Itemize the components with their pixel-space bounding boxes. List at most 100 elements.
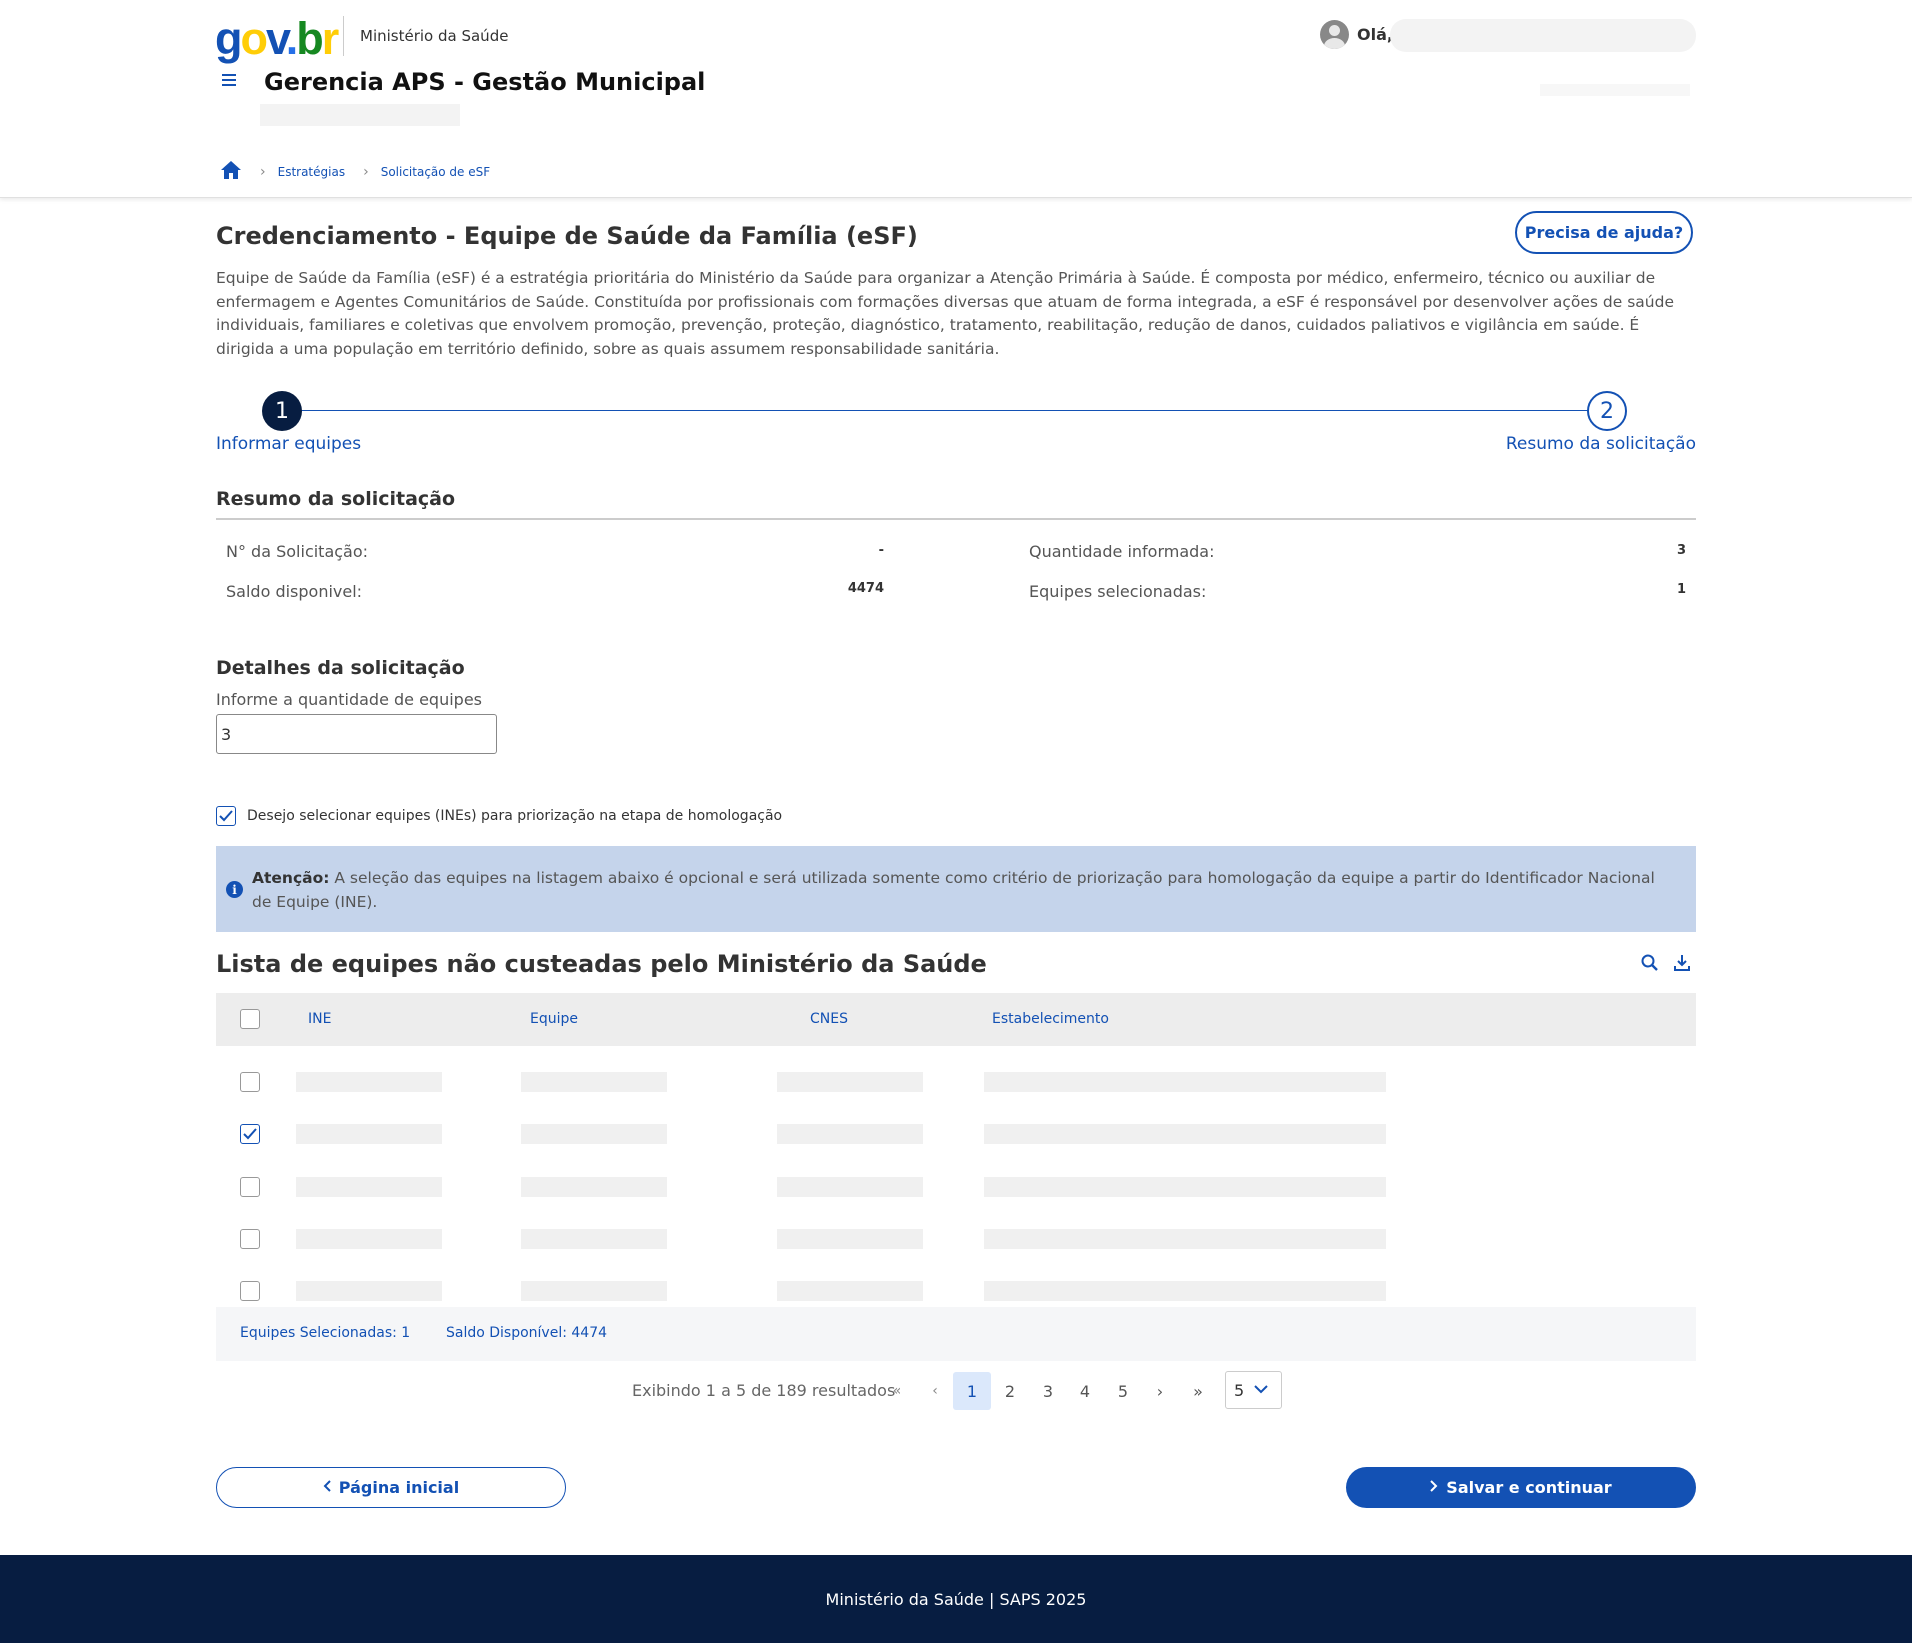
info-icon: i	[226, 881, 243, 898]
page-button-2[interactable]: 2	[991, 1372, 1029, 1410]
select-all-checkbox[interactable]	[240, 1009, 260, 1029]
page-button-4[interactable]: 4	[1066, 1372, 1104, 1410]
redacted-cell	[984, 1124, 1386, 1144]
redacted-cell	[521, 1177, 667, 1197]
step-2-label[interactable]: Resumo da solicitação	[1506, 434, 1696, 454]
quantity-input[interactable]: 3	[216, 714, 497, 754]
greeting: Olá,	[1357, 25, 1393, 44]
row-checkbox[interactable]	[240, 1177, 260, 1197]
page-button-1[interactable]: 1	[953, 1372, 991, 1410]
first-page-icon[interactable]: «	[878, 1372, 916, 1410]
redacted-cell	[296, 1072, 442, 1092]
header: gov.br Ministério da Saúde Olá, Gerencia…	[0, 0, 1912, 198]
page-title: Credenciamento - Equipe de Saúde da Famí…	[216, 222, 918, 250]
redacted-cell	[984, 1177, 1386, 1197]
redacted-cell	[296, 1229, 442, 1249]
pagination-info: Exibindo 1 a 5 de 189 resultados	[632, 1381, 896, 1400]
redacted-cell	[521, 1072, 667, 1092]
prev-page-icon[interactable]: ‹	[916, 1372, 954, 1410]
column-header-equipe[interactable]: Equipe	[530, 1011, 578, 1027]
home-page-button-label: Página inicial	[338, 1478, 460, 1497]
list-title: Lista de equipes não custeadas pelo Mini…	[216, 950, 987, 978]
footer: Ministério da Saúde | SAPS 2025	[0, 1555, 1912, 1643]
prioritize-checkbox[interactable]	[216, 806, 236, 826]
alert-text: Atenção: A seleção das equipes na listag…	[252, 866, 1672, 914]
download-icon[interactable]	[1672, 953, 1692, 977]
table-footer	[216, 1307, 1696, 1361]
search-icon[interactable]	[1640, 953, 1660, 977]
summary-divider	[216, 518, 1696, 520]
redacted-cell	[521, 1281, 667, 1301]
stepper-line	[284, 410, 1588, 411]
redacted-user-name	[1390, 19, 1696, 52]
row-checkbox[interactable]	[240, 1229, 260, 1249]
redacted-cell	[984, 1229, 1386, 1249]
step-2-circle[interactable]: 2	[1587, 391, 1627, 431]
selected-label: Equipes selecionadas:	[1029, 582, 1207, 601]
page-button-3[interactable]: 3	[1029, 1372, 1067, 1410]
footer-balance: Saldo Disponível: 4474	[446, 1325, 608, 1341]
column-header-cnes[interactable]: CNES	[810, 1011, 848, 1027]
column-header-estabelecimento[interactable]: Estabelecimento	[992, 1011, 1109, 1027]
selected-value: 1	[1676, 582, 1686, 597]
redacted-cell	[777, 1177, 923, 1197]
redacted-info	[1540, 84, 1690, 96]
breadcrumb: › Estratégias › Solicitação de eSF	[220, 160, 490, 183]
user-menu[interactable]: Olá,	[1320, 20, 1393, 49]
table-header	[216, 993, 1696, 1046]
informed-label: Quantidade informada:	[1029, 542, 1215, 561]
redacted-cell	[777, 1229, 923, 1249]
redacted-cell	[521, 1229, 667, 1249]
alert-bold: Atenção:	[252, 869, 330, 887]
chevron-down-icon	[1254, 1382, 1268, 1398]
page-button-5[interactable]: 5	[1104, 1372, 1142, 1410]
chevron-left-icon	[323, 1479, 331, 1496]
org-name: Ministério da Saúde	[360, 27, 509, 45]
redacted-cell	[984, 1281, 1386, 1301]
step-1-circle[interactable]: 1	[262, 391, 302, 431]
column-header-ine[interactable]: INE	[308, 1011, 331, 1027]
row-checkbox[interactable]	[240, 1124, 260, 1144]
redacted-cell	[777, 1124, 923, 1144]
redacted-cell	[521, 1124, 667, 1144]
page-size-select[interactable]: 5	[1225, 1371, 1282, 1409]
quantity-label: Informe a quantidade de equipes	[216, 690, 482, 709]
save-continue-button[interactable]: Salvar e continuar	[1346, 1467, 1696, 1508]
balance-label: Saldo disponivel:	[226, 582, 363, 601]
footer-text: Ministério da Saúde | SAPS 2025	[825, 1589, 1087, 1609]
page-description: Equipe de Saúde da Família (eSF) é a est…	[216, 269, 1674, 358]
summary-title: Resumo da solicitação	[216, 488, 456, 510]
app-title: Gerencia APS - Gestão Municipal	[264, 68, 706, 96]
last-page-icon[interactable]: »	[1179, 1372, 1217, 1410]
redacted-subtitle	[260, 104, 460, 126]
page-size-value: 5	[1234, 1380, 1245, 1400]
home-icon[interactable]	[220, 160, 242, 183]
prioritize-label[interactable]: Desejo selecionar equipes (INEs) para pr…	[247, 808, 782, 824]
chevron-right-icon: ›	[260, 163, 266, 180]
details-title: Detalhes da solicitação	[216, 657, 465, 679]
row-checkbox[interactable]	[240, 1072, 260, 1092]
breadcrumb-item-estrategias[interactable]: Estratégias	[278, 165, 345, 179]
redacted-cell	[984, 1072, 1386, 1092]
help-button[interactable]: Precisa de ajuda?	[1515, 211, 1693, 254]
save-continue-button-label: Salvar e continuar	[1446, 1478, 1612, 1497]
row-checkbox[interactable]	[240, 1281, 260, 1301]
govbr-logo[interactable]: gov.br	[215, 14, 339, 64]
breadcrumb-item-solicitacao[interactable]: Solicitação de eSF	[381, 165, 490, 179]
chevron-right-icon: ›	[363, 163, 369, 180]
hamburger-icon[interactable]	[222, 70, 242, 90]
redacted-cell	[777, 1281, 923, 1301]
step-1-label[interactable]: Informar equipes	[216, 434, 361, 454]
footer-selected-count: Equipes Selecionadas: 1	[240, 1325, 411, 1341]
home-page-button[interactable]: Página inicial	[216, 1467, 566, 1508]
alert-body: A seleção das equipes na listagem abaixo…	[252, 869, 1655, 911]
request-number-value: -	[878, 543, 884, 558]
redacted-cell	[296, 1177, 442, 1197]
redacted-cell	[296, 1281, 442, 1301]
avatar-icon	[1320, 20, 1349, 49]
next-page-icon[interactable]: ›	[1141, 1372, 1179, 1410]
chevron-right-icon	[1430, 1479, 1438, 1496]
header-divider	[343, 16, 344, 56]
request-number-label: N° da Solicitação:	[226, 542, 369, 561]
redacted-cell	[777, 1072, 923, 1092]
